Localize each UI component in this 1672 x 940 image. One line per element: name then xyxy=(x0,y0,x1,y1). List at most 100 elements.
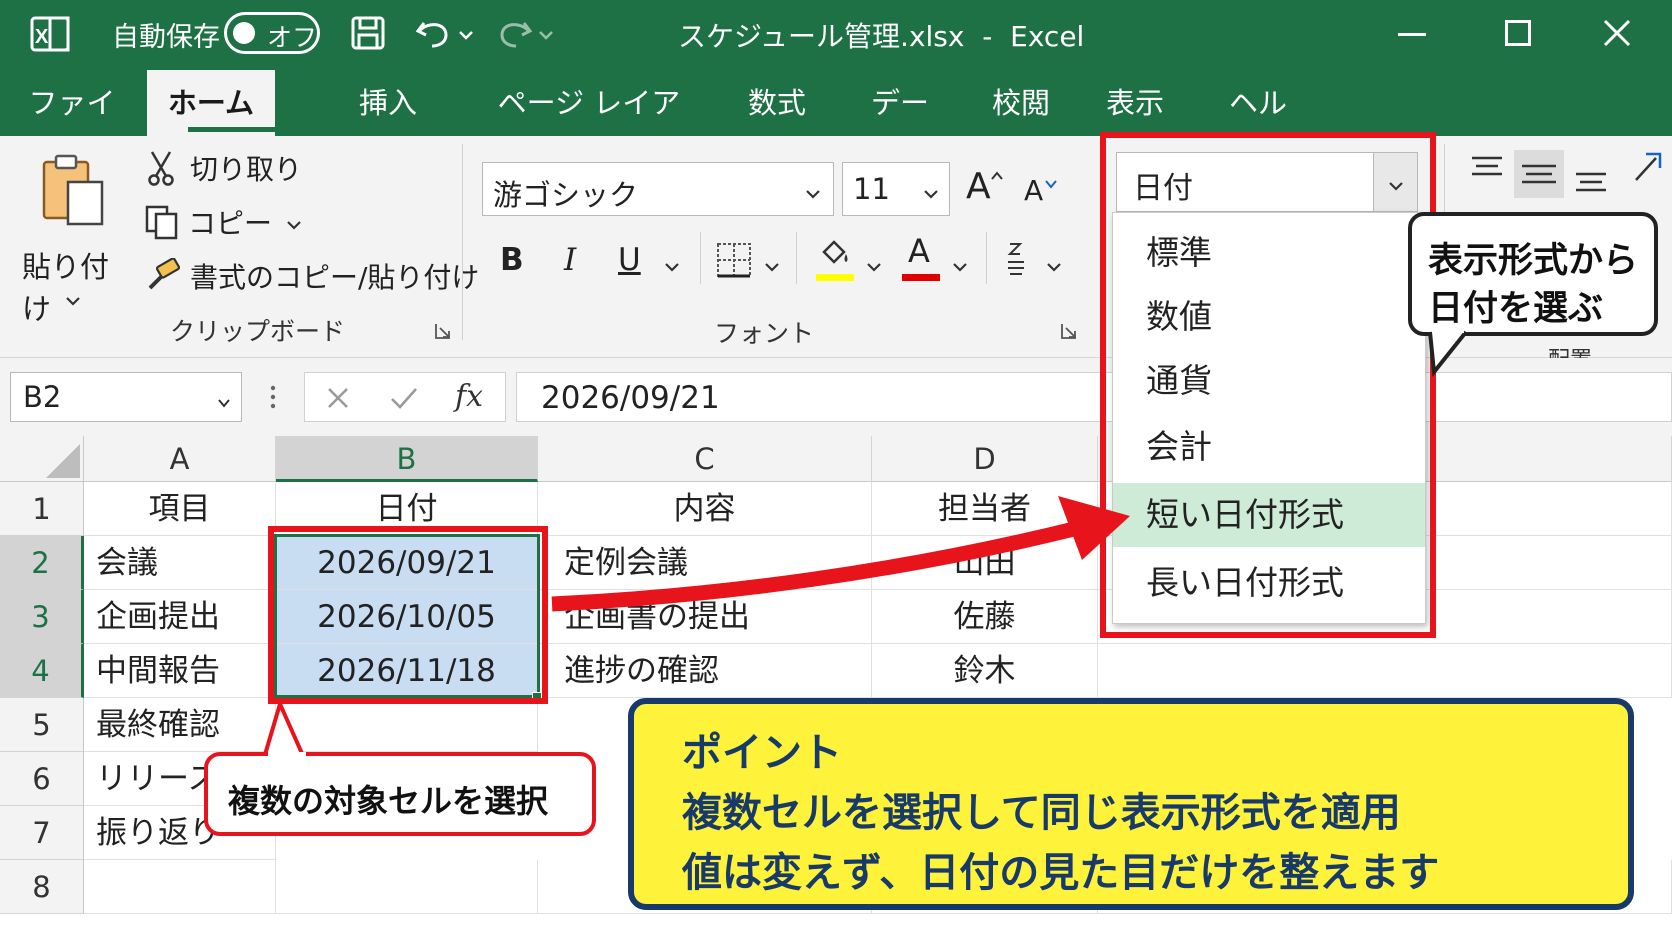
copy-button[interactable]: コピー xyxy=(144,202,302,242)
tab-insert[interactable]: 挿入 xyxy=(348,70,428,136)
callout-select-cells-text: 複数の対象セルを選択 xyxy=(228,782,549,820)
row-header-2[interactable]: 2 xyxy=(0,536,84,590)
cancel-icon[interactable] xyxy=(325,385,351,411)
name-box-value: B2 xyxy=(23,380,62,414)
column-header-a[interactable]: A xyxy=(84,436,276,482)
formula-value: 2026/09/21 xyxy=(541,380,720,416)
align-bottom-icon[interactable] xyxy=(1574,164,1608,194)
cell-c1[interactable]: 内容 xyxy=(538,482,872,536)
phonetic-dropdown-icon[interactable] xyxy=(1046,258,1062,272)
paste-button[interactable]: 貼り付け xyxy=(18,152,128,326)
tab-view[interactable]: 表示 xyxy=(1098,70,1172,136)
column-header-c[interactable]: C xyxy=(538,436,872,482)
font-color-swatch xyxy=(902,274,940,281)
row-header-3[interactable]: 3 xyxy=(0,590,84,644)
font-color-dropdown-icon[interactable] xyxy=(952,258,968,272)
tab-file[interactable]: ファイル xyxy=(22,70,122,186)
insert-function-icon[interactable]: fx xyxy=(455,379,483,414)
column-header-d[interactable]: D xyxy=(872,436,1098,482)
undo-icon[interactable] xyxy=(414,15,454,51)
tab-data[interactable]: データ xyxy=(858,70,942,186)
row-header-7[interactable]: 7 xyxy=(0,806,84,860)
format-painter-icon xyxy=(144,257,182,294)
dialog-launcher-icon[interactable] xyxy=(1060,322,1078,340)
callout-select-cells: 複数の対象セルを選択 xyxy=(204,752,596,836)
chevron-down-icon xyxy=(923,185,939,199)
row-header-1[interactable]: 1 xyxy=(0,482,84,536)
tab-formulas[interactable]: 数式 xyxy=(740,70,814,136)
point-title: ポイント xyxy=(682,730,842,776)
row-header-4[interactable]: 4 xyxy=(0,644,84,698)
callout-choose-date: 表示形式から 日付を選ぶ xyxy=(1408,212,1658,336)
paste-dropdown-icon[interactable] xyxy=(64,292,82,306)
redo-dropdown-icon[interactable] xyxy=(538,26,554,40)
callout-choose-date-line2: 日付を選ぶ xyxy=(1428,289,1604,329)
orientation-icon[interactable] xyxy=(1632,150,1672,190)
borders-dropdown-icon[interactable] xyxy=(764,258,780,272)
formula-input[interactable]: 2026/09/21 xyxy=(516,372,1672,422)
toggle-knob xyxy=(233,22,255,44)
cell-a2[interactable]: 会議 xyxy=(84,536,276,590)
cell-c2[interactable]: 定例会議 xyxy=(538,536,872,590)
borders-icon[interactable] xyxy=(716,242,752,278)
cell-a1[interactable]: 項目 xyxy=(84,482,276,536)
bold-button[interactable]: B xyxy=(500,242,524,278)
italic-button[interactable]: I xyxy=(564,242,576,278)
cell-d2[interactable]: 山田 xyxy=(872,536,1098,590)
cell-d4[interactable]: 鈴木 xyxy=(872,644,1098,698)
cell-e4[interactable] xyxy=(1098,644,1672,698)
font-name-box[interactable]: 游ゴシック xyxy=(482,162,834,216)
minimize-icon[interactable] xyxy=(1398,33,1426,36)
callout-tail xyxy=(1428,330,1468,378)
formula-buttons: fx xyxy=(304,372,506,422)
save-icon[interactable] xyxy=(350,15,386,51)
tab-page-layout[interactable]: ページ レイアウト xyxy=(486,70,692,186)
cell-a3[interactable]: 企画提出 xyxy=(84,590,276,644)
cell-d3[interactable]: 佐藤 xyxy=(872,590,1098,644)
align-top-icon[interactable] xyxy=(1470,154,1504,184)
row-header-5[interactable]: 5 xyxy=(0,698,84,752)
row-header-6[interactable]: 6 xyxy=(0,752,84,806)
font-size-box[interactable]: 11 xyxy=(842,162,950,216)
underline-dropdown-icon[interactable] xyxy=(664,258,680,272)
row-header-8[interactable]: 8 xyxy=(0,860,84,914)
fill-color-button[interactable] xyxy=(812,236,858,282)
undo-dropdown-icon[interactable] xyxy=(458,26,474,40)
cell-a8[interactable] xyxy=(84,860,276,914)
cut-label: 切り取り xyxy=(190,153,303,186)
format-painter-label: 書式のコピー/貼り付け xyxy=(190,261,480,294)
separator xyxy=(796,232,797,284)
title-bar: X 自動保存 オフ スケジュール管理.xlsx - Excel xyxy=(0,0,1672,70)
select-all-corner[interactable] xyxy=(0,436,84,482)
window-title: スケジュール管理.xlsx - Excel xyxy=(678,20,1085,53)
shrink-font-button[interactable]: A xyxy=(1024,174,1064,214)
dialog-launcher-icon[interactable] xyxy=(434,322,452,340)
cell-c4[interactable]: 進捗の確認 xyxy=(538,644,872,698)
enter-icon[interactable] xyxy=(389,385,419,411)
cell-a4[interactable]: 中間報告 xyxy=(84,644,276,698)
tab-review[interactable]: 校閲 xyxy=(984,70,1058,136)
cell-b8[interactable] xyxy=(276,860,538,914)
more-options-icon[interactable] xyxy=(270,384,276,410)
maximize-icon[interactable] xyxy=(1505,20,1531,46)
phonetic-icon[interactable] xyxy=(1002,240,1032,280)
tab-help[interactable]: ヘルプ xyxy=(1216,70,1300,186)
fill-color-dropdown-icon[interactable] xyxy=(866,258,882,272)
fill-color-swatch xyxy=(816,274,854,281)
cut-button[interactable]: 切り取り xyxy=(146,148,302,188)
underline-button[interactable]: U xyxy=(618,242,641,278)
chevron-down-icon xyxy=(217,393,231,408)
copy-dropdown-icon[interactable] xyxy=(286,216,302,230)
font-color-button[interactable]: A xyxy=(900,232,942,282)
format-painter-button[interactable]: 書式のコピー/貼り付け xyxy=(144,256,479,296)
cell-c3[interactable]: 企画書の提出 xyxy=(538,590,872,644)
point-box: ポイント 複数セルを選択して同じ表示形式を適用 値は変えず、日付の見た目だけを整… xyxy=(628,698,1634,910)
autosave-toggle[interactable]: オフ xyxy=(224,12,320,54)
column-header-b[interactable]: B xyxy=(276,436,538,482)
redo-icon[interactable] xyxy=(494,15,534,51)
close-icon[interactable] xyxy=(1602,18,1632,48)
cell-d1[interactable]: 担当者 xyxy=(872,482,1098,536)
name-box[interactable]: B2 xyxy=(10,372,242,422)
align-middle-icon[interactable] xyxy=(1514,150,1564,198)
grow-font-button[interactable]: A xyxy=(966,166,1006,210)
